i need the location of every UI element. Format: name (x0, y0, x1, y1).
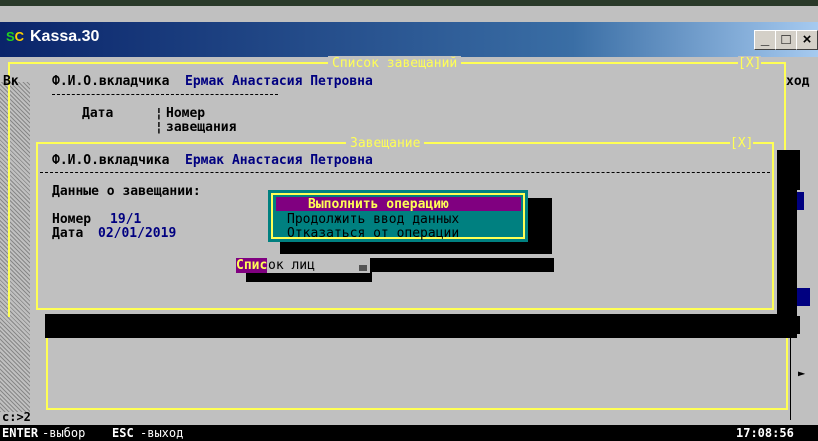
date-value[interactable]: 02/01/2019 (98, 226, 176, 241)
right-cut-label: ход (786, 74, 810, 89)
status-esc-key: ESC (112, 426, 134, 440)
persons-button-marker-icon (359, 265, 367, 271)
outer-lower-frame (46, 338, 788, 410)
number-label: Номер (52, 212, 92, 227)
menu-item-execute[interactable]: Выполнить операцию (308, 197, 449, 212)
inner-close-mark[interactable]: [X] (730, 136, 754, 151)
close-button[interactable]: × (796, 30, 818, 50)
outer-separator (52, 94, 278, 95)
top-strip (0, 0, 818, 22)
outer-dialog-title: Список завещаний (328, 56, 462, 71)
inner-dialog-title: Завещание (346, 136, 425, 151)
status-clock: 17:08:56 (736, 426, 794, 440)
status-enter-desc: -выбор (42, 426, 86, 440)
outer-depositor-name: Ермак Анастасия Петровна (185, 74, 373, 89)
outer-depositor-label: Ф.И.О.вкладчика (52, 74, 170, 89)
maximize-button[interactable]: □ (775, 30, 797, 50)
inner-depositor-label: Ф.И.О.вкладчика (52, 153, 170, 168)
right-blue-block (796, 288, 810, 306)
right-divider (790, 330, 811, 420)
title-bar[interactable] (0, 22, 818, 57)
menu-item-cancel[interactable]: Отказаться от операции (287, 226, 459, 241)
number-value[interactable]: 19/1 (110, 212, 141, 227)
menu-item-continue[interactable]: Продолжить ввод данных (287, 212, 459, 227)
left-cut-label: Вк (3, 74, 19, 89)
col-separator: ¦ (155, 106, 163, 121)
will-data-label: Данные о завещании: (52, 184, 201, 199)
outer-close-mark[interactable]: [X] (738, 56, 762, 71)
col-number-header: Номер (166, 106, 206, 121)
inner-separator (40, 172, 770, 173)
persons-button-shadow (246, 272, 372, 282)
minimize-button[interactable]: _ (754, 30, 776, 50)
inner-depositor-name: Ермак Анастасия Петровна (185, 153, 373, 168)
persons-button-hotkey: Спис (236, 258, 268, 273)
col-separator-2: ¦ (155, 120, 163, 135)
status-enter-key: ENTER (2, 426, 39, 440)
col-date-header: Дата (82, 106, 114, 121)
date-label: Дата (52, 226, 84, 241)
sc-app-icon: SC (6, 29, 25, 44)
persons-button-label: ок лиц (268, 258, 315, 273)
window-title: Kassa.30 (30, 28, 100, 45)
col-number-header-2: завещания (166, 120, 237, 135)
status-esc-desc: -выход (140, 426, 184, 440)
console-prompt: c:>2 (2, 410, 31, 424)
